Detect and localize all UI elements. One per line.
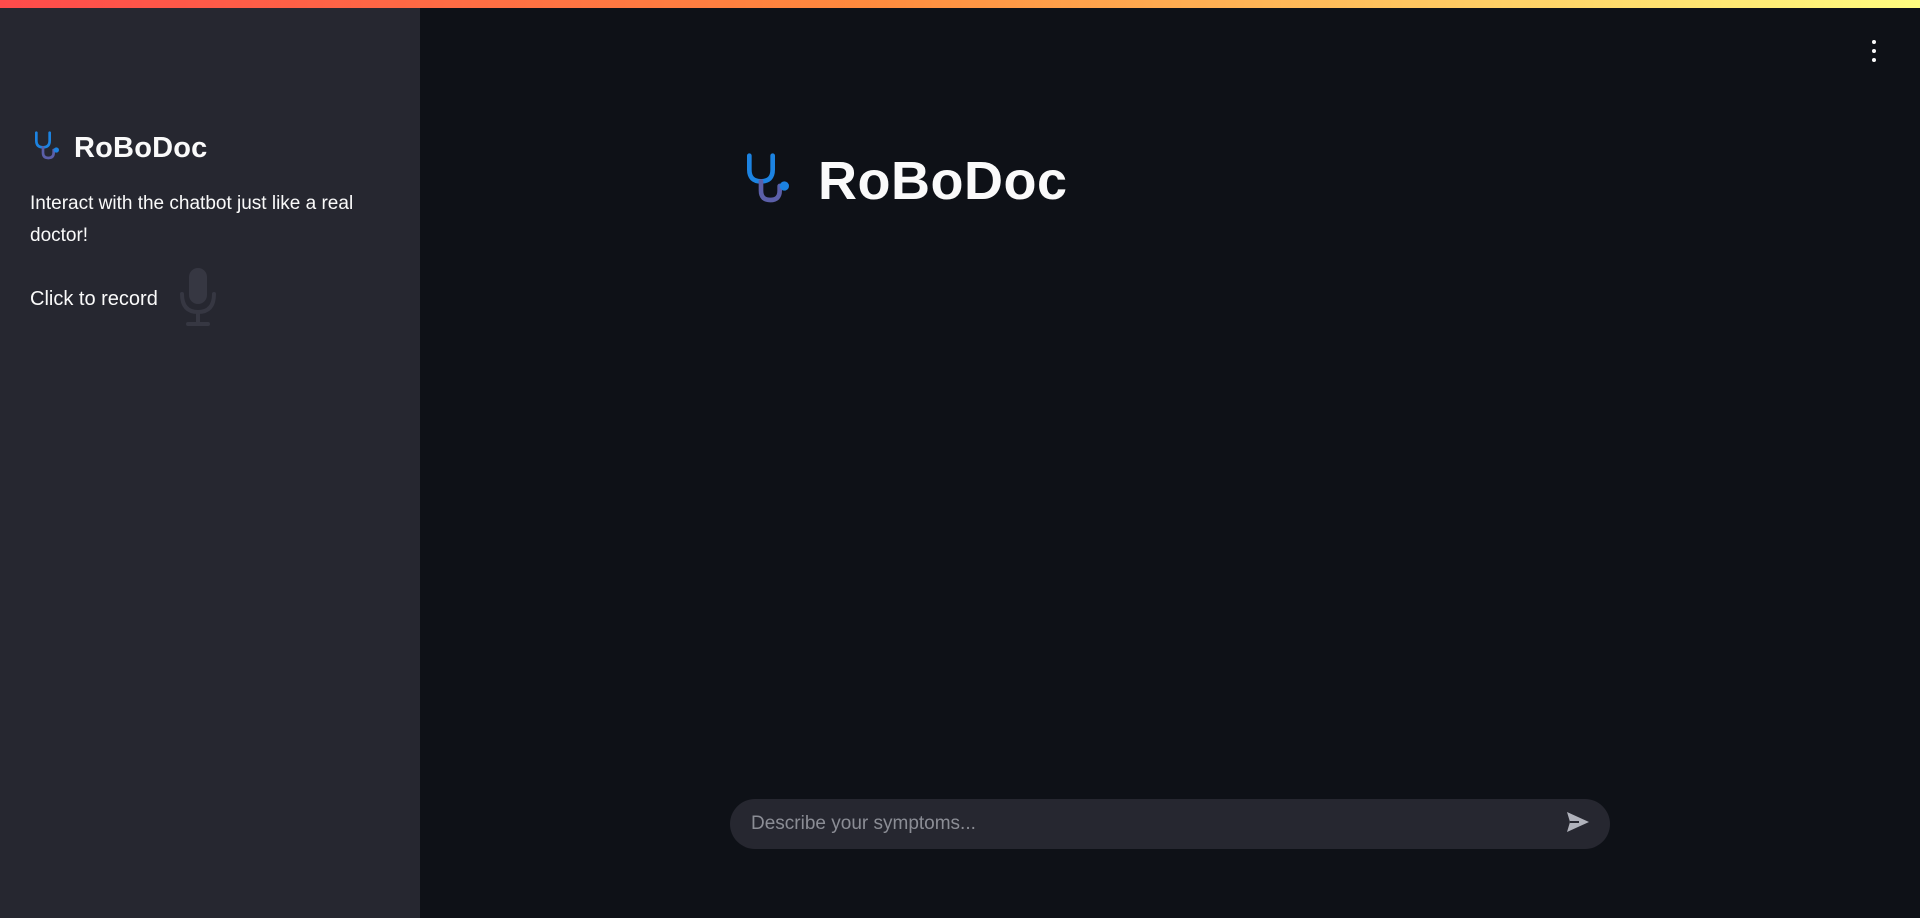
sidebar-title: RoBoDoc	[74, 132, 208, 164]
stethoscope-icon	[738, 151, 798, 212]
page-title: RoBoDoc	[818, 151, 1068, 211]
stethoscope-icon	[30, 130, 64, 167]
send-button[interactable]	[1558, 804, 1598, 844]
record-row: Click to record	[30, 266, 220, 333]
sidebar-header: RoBoDoc	[30, 130, 208, 167]
main-menu-button[interactable]	[1866, 40, 1882, 62]
sidebar: RoBoDoc Interact with the chatbot just l…	[0, 0, 420, 918]
top-decoration-bar	[0, 0, 1920, 8]
send-icon	[1565, 810, 1591, 839]
chat-input-container	[730, 798, 1610, 850]
record-button[interactable]	[176, 266, 220, 333]
record-label: Click to record	[30, 287, 158, 310]
main-content: RoBoDoc	[420, 0, 1920, 918]
kebab-menu-icon	[1872, 40, 1876, 44]
chat-input[interactable]	[730, 798, 1558, 850]
sidebar-description: Interact with the chatbot just like a re…	[30, 193, 354, 246]
microphone-icon	[176, 266, 220, 333]
main-header: RoBoDoc	[738, 150, 1067, 212]
